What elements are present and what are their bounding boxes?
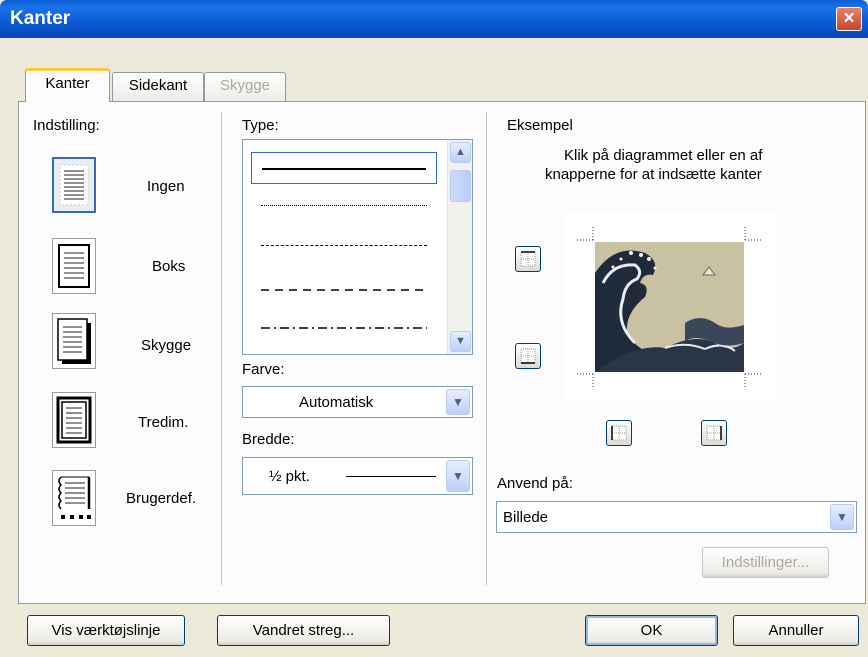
options-button[interactable]: Indstillinger... xyxy=(702,547,829,578)
setting-3d-button[interactable] xyxy=(52,392,96,448)
horizontal-line-label: Vandret streg... xyxy=(252,622,355,639)
line-style-list[interactable]: ▲ ▼ xyxy=(242,139,473,355)
color-label: Farve: xyxy=(242,361,285,378)
apply-to-label: Anvend på: xyxy=(497,475,573,492)
preview-heading: Eksempel xyxy=(507,117,573,134)
top-border-button[interactable] xyxy=(515,246,541,272)
right-border-button[interactable] xyxy=(701,420,727,446)
ok-label: OK xyxy=(640,622,663,639)
setting-3d-label: Tredim. xyxy=(138,414,189,431)
setting-shadow-button[interactable] xyxy=(52,313,96,369)
cancel-label: Annuller xyxy=(768,622,824,639)
scroll-up-icon[interactable]: ▲ xyxy=(450,142,471,163)
no-border-icon xyxy=(59,164,89,206)
divider xyxy=(221,112,222,585)
setting-none-button[interactable] xyxy=(52,157,96,213)
border-left-icon xyxy=(611,425,627,441)
window-title: Kanter xyxy=(10,8,71,29)
border-right-icon xyxy=(706,425,722,441)
setting-custom-label: Brugerdef. xyxy=(126,490,197,507)
setting-box-label: Boks xyxy=(152,258,186,275)
width-label: Bredde: xyxy=(242,431,295,448)
tab-label: Skygge xyxy=(219,77,271,94)
divider xyxy=(486,112,487,585)
horizontal-line-button[interactable]: Vandret streg... xyxy=(217,615,390,646)
color-select[interactable]: Automatisk ▼ xyxy=(242,386,473,418)
setting-none-label: Ingen xyxy=(147,178,185,195)
preview-instructions-1: Klik på diagrammet eller en af xyxy=(564,147,763,164)
close-icon: × xyxy=(843,8,855,29)
box-border-icon xyxy=(58,244,90,288)
type-label: Type: xyxy=(242,117,279,134)
line-style-dash-dot[interactable] xyxy=(251,312,437,344)
three-d-border-icon xyxy=(56,396,92,444)
cancel-button[interactable]: Annuller xyxy=(733,615,859,646)
tab-label: Kanter xyxy=(45,75,90,92)
left-border-button[interactable] xyxy=(606,420,632,446)
line-style-solid[interactable] xyxy=(251,152,437,184)
ok-button[interactable]: OK xyxy=(585,615,718,646)
apply-to-select[interactable]: Billede ▼ xyxy=(496,501,857,533)
tab-skygge: Skygge xyxy=(204,72,286,102)
preview-diagram[interactable] xyxy=(565,213,775,401)
title-bar[interactable]: Kanter × xyxy=(0,0,868,38)
chevron-down-icon[interactable]: ▼ xyxy=(446,460,470,492)
line-style-dotted[interactable] xyxy=(251,190,437,222)
dash-dot-line-icon xyxy=(261,327,427,329)
tab-sidekant[interactable]: Sidekant xyxy=(112,72,204,102)
color-value: Automatisk xyxy=(299,394,374,411)
chevron-down-icon[interactable]: ▼ xyxy=(446,389,470,415)
wave-image-icon xyxy=(577,227,761,389)
chevron-down-icon[interactable]: ▼ xyxy=(830,504,854,530)
vertical-scrollbar[interactable]: ▲ ▼ xyxy=(447,140,472,354)
bottom-border-button[interactable] xyxy=(515,343,541,369)
setting-shadow-label: Skygge xyxy=(141,337,192,354)
scroll-thumb[interactable] xyxy=(450,170,471,202)
options-button-label: Indstillinger... xyxy=(721,554,810,571)
width-value: ½ pkt. xyxy=(269,468,310,485)
show-toolbar-label: Vis værktøjslinje xyxy=(51,622,161,639)
preview-instructions-2: knapperne for at indsætte kanter xyxy=(545,166,762,183)
custom-border-icon xyxy=(58,476,91,519)
line-style-dashed[interactable] xyxy=(251,230,437,262)
border-top-icon xyxy=(520,251,536,267)
show-toolbar-button[interactable]: Vis værktøjslinje xyxy=(27,615,185,646)
width-line-preview xyxy=(346,476,436,477)
shadow-border-icon xyxy=(57,318,91,364)
width-select[interactable]: ½ pkt. ▼ xyxy=(242,457,473,495)
dashed-line-icon xyxy=(261,289,427,291)
tab-label: Sidekant xyxy=(128,77,188,94)
line-style-dashed-wide[interactable] xyxy=(251,274,437,306)
apply-to-value: Billede xyxy=(503,509,549,526)
border-bottom-icon xyxy=(520,348,536,364)
tab-kanter[interactable]: Kanter xyxy=(25,68,110,102)
setting-box-button[interactable] xyxy=(52,238,96,294)
settings-heading: Indstilling: xyxy=(33,117,100,134)
close-button[interactable]: × xyxy=(836,7,862,31)
setting-custom-button[interactable] xyxy=(52,470,96,526)
scroll-down-icon[interactable]: ▼ xyxy=(450,331,471,352)
